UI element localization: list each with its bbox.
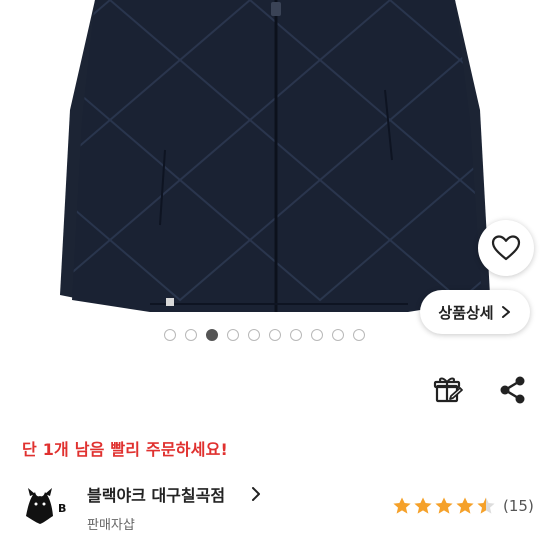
- star-icon: [435, 497, 453, 514]
- pagination-dot[interactable]: [269, 329, 281, 341]
- heart-outline-icon: [491, 235, 521, 261]
- product-detail-label: 상품상세: [438, 303, 494, 322]
- star-icon: [393, 497, 411, 514]
- seller-name-link[interactable]: 블랙야크 대구칠곡점: [87, 482, 225, 506]
- review-count[interactable]: (15): [503, 497, 534, 515]
- wishlist-button[interactable]: [478, 220, 534, 276]
- pagination-dot[interactable]: [290, 329, 302, 341]
- pagination-dot[interactable]: [164, 329, 176, 341]
- gallery-pagination[interactable]: [164, 327, 365, 343]
- chevron-right-icon: [501, 306, 510, 318]
- rating[interactable]: (15): [392, 496, 534, 516]
- jacket-image: [60, 0, 490, 312]
- pagination-dot[interactable]: [185, 329, 197, 341]
- pagination-dot[interactable]: [248, 329, 260, 341]
- pagination-dot[interactable]: [332, 329, 344, 341]
- pagination-dot[interactable]: [227, 329, 239, 341]
- seller-type-label: 판매자샵: [87, 518, 135, 533]
- chevron-right-icon[interactable]: [250, 486, 262, 502]
- star-icon: [456, 497, 474, 514]
- star-icon: [477, 497, 495, 514]
- product-detail-button[interactable]: 상품상세: [420, 290, 530, 334]
- share-icon[interactable]: [497, 374, 529, 406]
- product-image-gallery[interactable]: [0, 0, 553, 318]
- star-icon: [414, 497, 432, 514]
- stock-notice: 단 1개 남음 빨리 주문하세요!: [22, 440, 229, 459]
- seller-logo[interactable]: B: [22, 486, 72, 526]
- svg-text:B: B: [58, 502, 66, 515]
- gift-icon[interactable]: [432, 374, 464, 406]
- pagination-dot[interactable]: [311, 329, 323, 341]
- pagination-dot[interactable]: [353, 329, 365, 341]
- pagination-dot[interactable]: [206, 329, 218, 341]
